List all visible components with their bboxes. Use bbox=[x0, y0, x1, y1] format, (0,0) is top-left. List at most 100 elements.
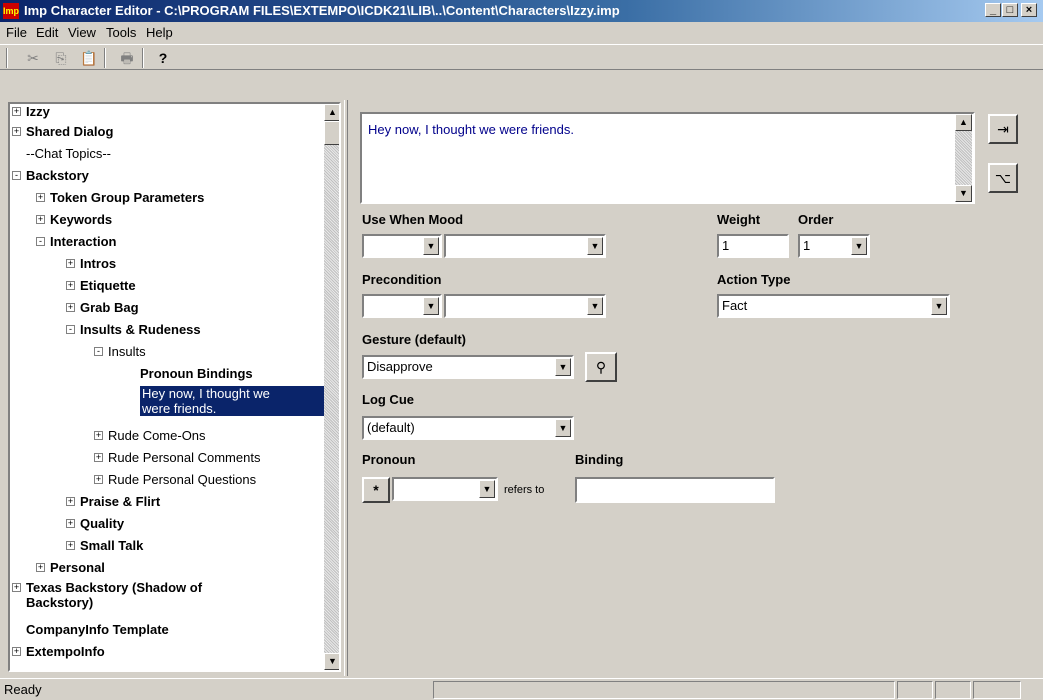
tree-item-label: Insults bbox=[108, 344, 146, 359]
minimize-button[interactable]: _ bbox=[985, 3, 1001, 17]
utterance-scrollbar[interactable]: ▲ ▼ bbox=[955, 114, 972, 202]
tree-item[interactable]: + Intros bbox=[66, 256, 116, 271]
chevron-down-icon[interactable]: ▼ bbox=[555, 419, 571, 437]
mood-select-2[interactable]: ▼ bbox=[444, 234, 606, 258]
expand-icon[interactable]: + bbox=[12, 107, 21, 116]
cut-icon[interactable]: ✂ bbox=[22, 47, 44, 69]
chevron-down-icon[interactable]: ▼ bbox=[479, 480, 495, 498]
order-select[interactable]: 1 ▼ bbox=[798, 234, 870, 258]
expand-icon[interactable]: + bbox=[66, 303, 75, 312]
tree-item[interactable]: + Texas Backstory (Shadow of Backstory) bbox=[12, 580, 202, 610]
expand-icon[interactable]: + bbox=[94, 453, 103, 462]
title-bar[interactable]: Imp Imp Character Editor - C:\PROGRAM FI… bbox=[0, 0, 1043, 22]
scroll-up-arrow-icon[interactable]: ▲ bbox=[955, 114, 972, 131]
paste-icon[interactable]: 📋 bbox=[78, 47, 100, 69]
close-button[interactable]: × bbox=[1021, 3, 1037, 17]
expand-icon[interactable]: + bbox=[66, 519, 75, 528]
precondition-select-1[interactable]: ▼ bbox=[362, 294, 442, 318]
tree-item[interactable]: + Rude Come-Ons bbox=[94, 428, 206, 443]
expand-icon[interactable]: + bbox=[66, 281, 75, 290]
pronoun-star-button[interactable]: * bbox=[362, 477, 390, 503]
chevron-down-icon[interactable]: ▼ bbox=[423, 297, 439, 315]
tree-item-label: ExtempoInfo bbox=[26, 644, 105, 659]
collapse-icon[interactable]: - bbox=[66, 325, 75, 334]
menu-bar: File Edit View Tools Help bbox=[0, 22, 1043, 44]
tree-view[interactable]: + Izzy + Shared Dialog --Chat Topics-- - Backs… bbox=[8, 102, 341, 672]
expand-icon[interactable]: + bbox=[66, 541, 75, 550]
log-cue-value: (default) bbox=[367, 420, 415, 435]
action-type-select[interactable]: Fact ▼ bbox=[717, 294, 950, 318]
exit-door-icon[interactable]: ⇥ bbox=[988, 114, 1018, 144]
tree-item[interactable]: + Quality bbox=[66, 516, 124, 531]
tree-structure-icon[interactable]: ⌥ bbox=[988, 163, 1018, 193]
scroll-up-arrow-icon[interactable]: ▲ bbox=[324, 104, 339, 121]
collapse-icon[interactable]: - bbox=[36, 237, 45, 246]
tree-item[interactable]: CompanyInfo Template bbox=[26, 622, 169, 637]
binding-field[interactable] bbox=[575, 477, 775, 503]
mood-select-1[interactable]: ▼ bbox=[362, 234, 442, 258]
tree-item[interactable]: - Backstory bbox=[12, 168, 89, 183]
tree-item[interactable]: + Rude Personal Comments bbox=[94, 450, 260, 465]
tree-item[interactable]: + Shared Dialog bbox=[12, 124, 113, 139]
weight-field[interactable]: 1 bbox=[717, 234, 789, 258]
tree-item[interactable]: - Interaction bbox=[36, 234, 116, 249]
tree-item[interactable]: + Praise & Flirt bbox=[66, 494, 160, 509]
tree-item-label: Keywords bbox=[50, 212, 113, 227]
chevron-down-icon[interactable]: ▼ bbox=[587, 237, 603, 255]
chevron-down-icon[interactable]: ▼ bbox=[931, 297, 947, 315]
expand-icon[interactable]: + bbox=[12, 647, 21, 656]
tree-item[interactable]: + Etiquette bbox=[66, 278, 136, 293]
menu-view[interactable]: View bbox=[68, 25, 96, 40]
menu-help[interactable]: Help bbox=[146, 25, 173, 40]
tree-item[interactable]: - Insults & Rudeness bbox=[66, 322, 201, 337]
tree-item[interactable]: + Keywords bbox=[36, 212, 112, 227]
utterance-text-box[interactable]: Hey now, I thought we were friends. ▲ ▼ bbox=[360, 112, 975, 204]
panel-splitter[interactable] bbox=[344, 100, 348, 676]
print-icon[interactable]: 🖶 bbox=[116, 47, 138, 69]
binoculars-icon[interactable]: ⚲ bbox=[585, 352, 617, 382]
tree-item[interactable]: - Insults bbox=[94, 344, 146, 359]
help-icon[interactable]: ? bbox=[152, 47, 174, 69]
menu-tools[interactable]: Tools bbox=[106, 25, 136, 40]
collapse-icon[interactable]: - bbox=[12, 171, 21, 180]
tree-item[interactable]: Hey now, I thought we were friends. bbox=[140, 386, 328, 416]
chevron-down-icon[interactable]: ▼ bbox=[555, 358, 571, 376]
chevron-down-icon[interactable]: ▼ bbox=[587, 297, 603, 315]
scroll-down-arrow-icon[interactable]: ▼ bbox=[324, 653, 339, 670]
collapse-icon[interactable]: - bbox=[94, 347, 103, 356]
expand-icon[interactable]: + bbox=[66, 497, 75, 506]
expand-icon[interactable]: + bbox=[12, 127, 21, 136]
pronoun-select[interactable]: ▼ bbox=[392, 477, 498, 501]
status-pane bbox=[973, 681, 1021, 699]
precondition-select-2[interactable]: ▼ bbox=[444, 294, 606, 318]
expand-icon[interactable]: + bbox=[36, 215, 45, 224]
expand-icon[interactable]: + bbox=[12, 583, 21, 592]
copy-icon[interactable]: ⎘ bbox=[50, 47, 72, 69]
expand-icon[interactable]: + bbox=[94, 431, 103, 440]
scroll-down-arrow-icon[interactable]: ▼ bbox=[955, 185, 972, 202]
expand-icon[interactable]: + bbox=[36, 193, 45, 202]
menu-edit[interactable]: Edit bbox=[36, 25, 58, 40]
tree-item-label: Backstory bbox=[26, 168, 89, 183]
tree-item[interactable]: Pronoun Bindings bbox=[140, 366, 253, 381]
expand-icon[interactable]: + bbox=[66, 259, 75, 268]
tree-item[interactable]: --Chat Topics-- bbox=[26, 146, 111, 161]
tree-item[interactable]: + Grab Bag bbox=[66, 300, 139, 315]
expand-icon[interactable]: + bbox=[94, 475, 103, 484]
maximize-button[interactable]: □ bbox=[1002, 3, 1018, 17]
tree-item[interactable]: + Small Talk bbox=[66, 538, 143, 553]
scroll-thumb[interactable] bbox=[324, 121, 339, 145]
expand-icon[interactable]: + bbox=[36, 563, 45, 572]
tree-item[interactable]: + Rude Personal Questions bbox=[94, 472, 256, 487]
tree-item[interactable]: + Izzy bbox=[12, 104, 50, 119]
tree-item[interactable]: + Token Group Parameters bbox=[36, 190, 204, 205]
tree-scrollbar[interactable]: ▲ ▼ bbox=[324, 104, 339, 670]
tree-item[interactable]: + ExtempoInfo bbox=[12, 644, 105, 659]
tree-item[interactable]: + Personal bbox=[36, 560, 105, 575]
chevron-down-icon[interactable]: ▼ bbox=[851, 237, 867, 255]
chevron-down-icon[interactable]: ▼ bbox=[423, 237, 439, 255]
action-type-value: Fact bbox=[722, 298, 748, 313]
menu-file[interactable]: File bbox=[6, 25, 27, 40]
gesture-select[interactable]: Disapprove ▼ bbox=[362, 355, 574, 379]
log-cue-select[interactable]: (default) ▼ bbox=[362, 416, 574, 440]
